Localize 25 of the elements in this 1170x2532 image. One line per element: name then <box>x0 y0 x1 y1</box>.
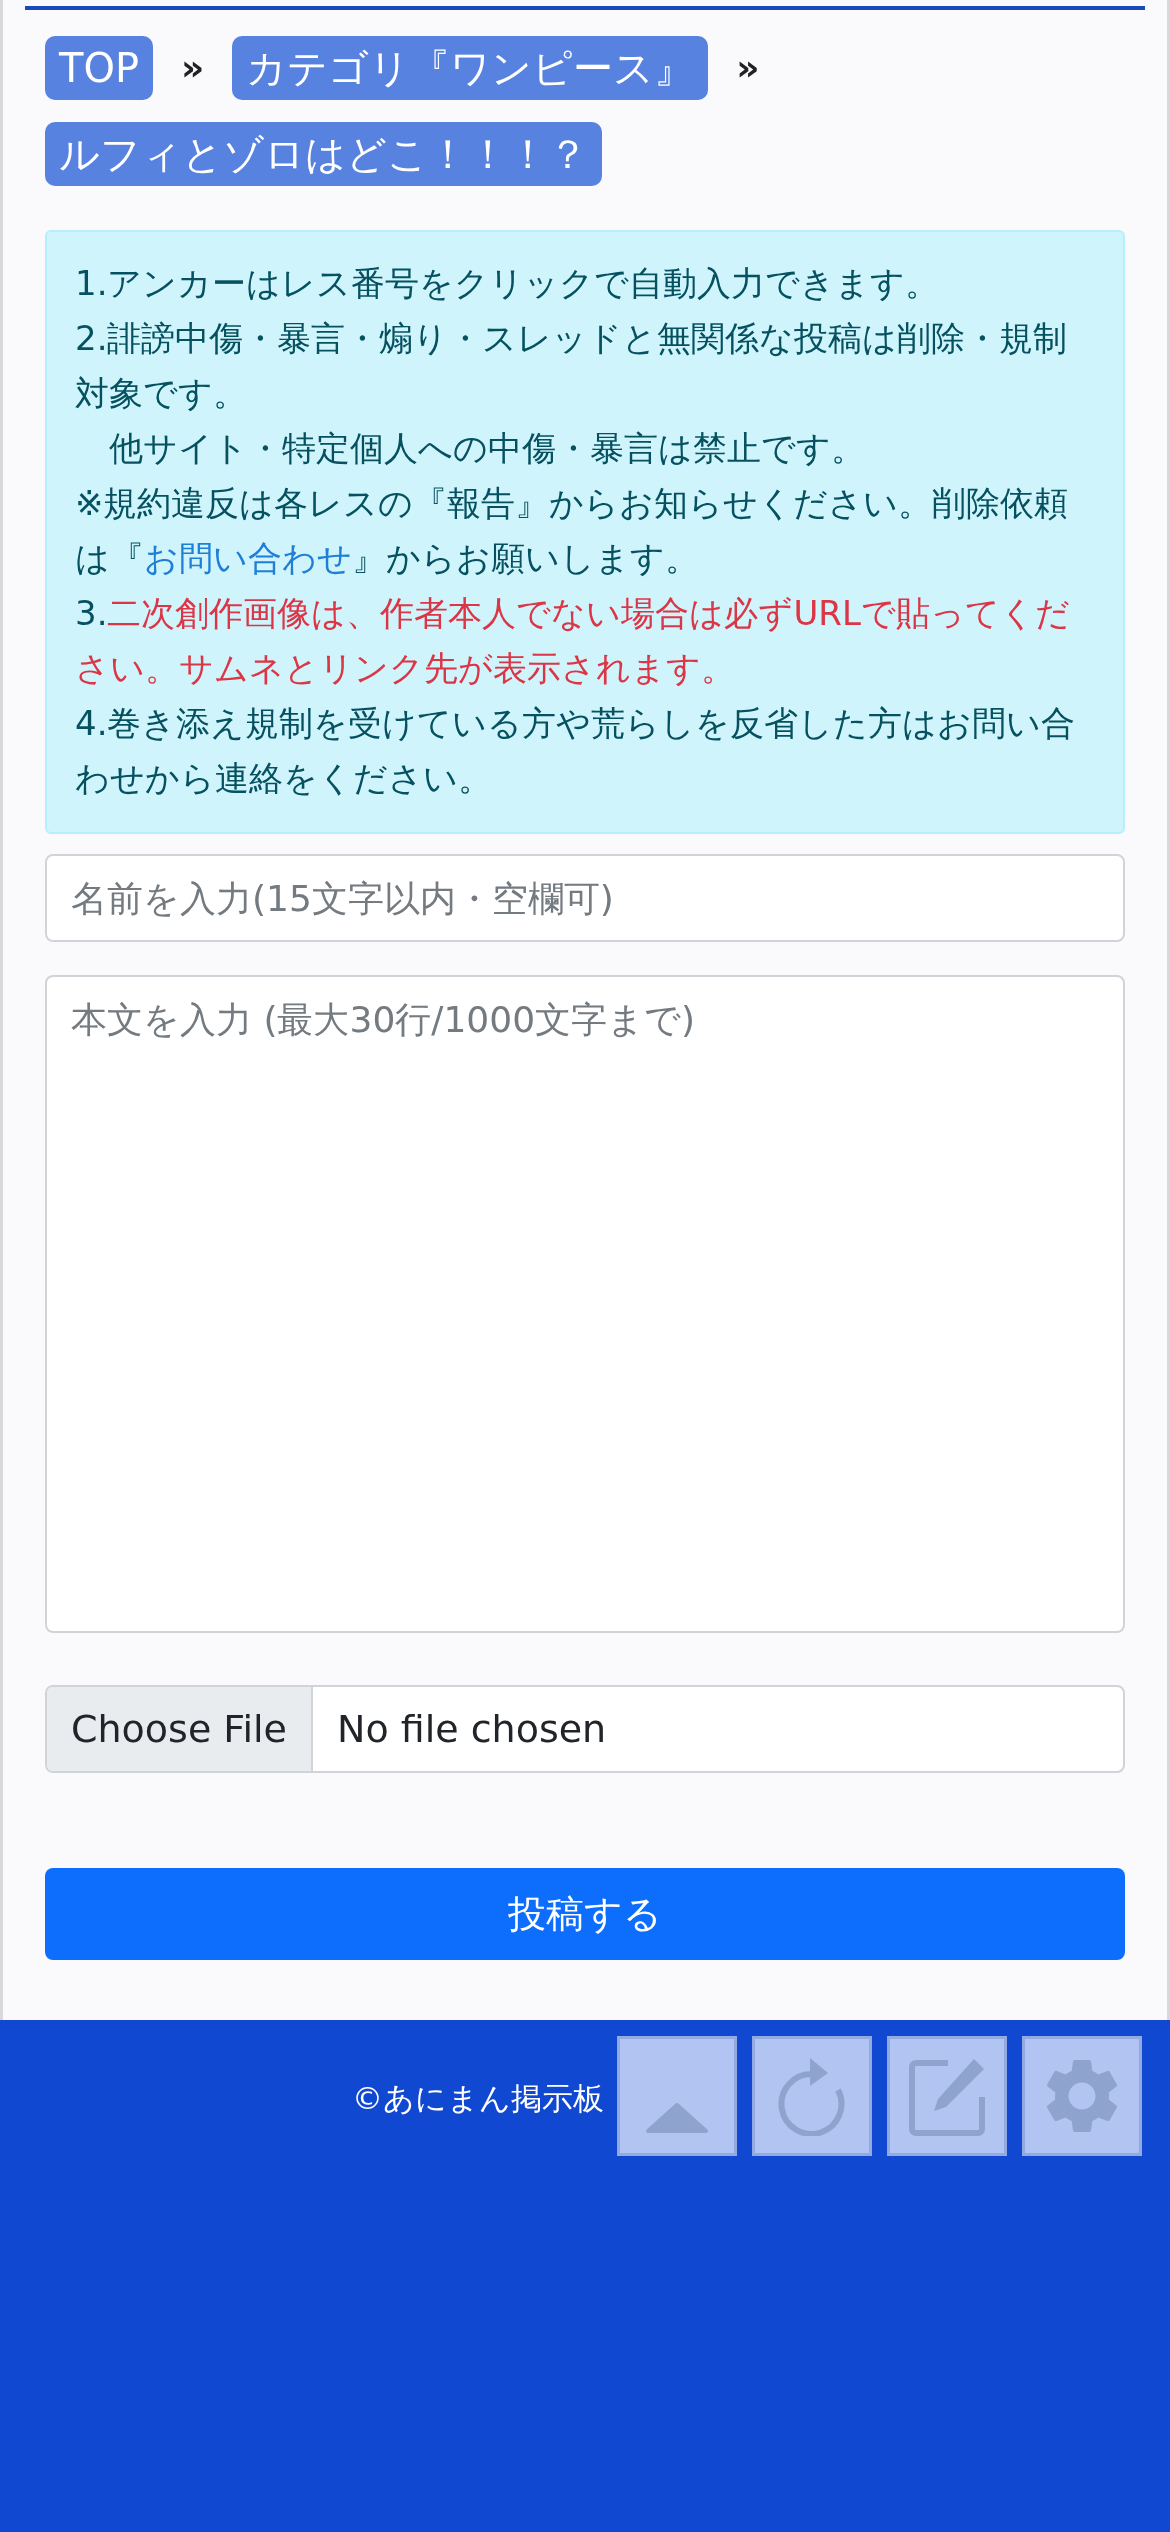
reload-icon <box>776 2056 848 2136</box>
edit-button[interactable] <box>887 2036 1007 2156</box>
file-status: No file chosen <box>335 1705 608 1753</box>
settings-button[interactable] <box>1022 2036 1142 2156</box>
name-field[interactable]: 名前を入力(15文字以内・空欄可) <box>45 854 1125 942</box>
notice-text: 4.巻き添え規制を受けている方や荒らしを反省した方はお問い合わせから連絡をください。 <box>75 702 1077 800</box>
breadcrumb-separator: » <box>181 46 205 90</box>
triangle-icon <box>644 2103 710 2133</box>
notice-text: 他サイト・特定個人への中傷・暴言は禁止です。 <box>108 427 866 470</box>
submit-button[interactable]: 投稿する <box>45 1868 1125 1960</box>
file-field[interactable]: Choose File No file chosen <box>45 1685 1125 1773</box>
body-field[interactable]: 本文を入力 (最大30行/1000文字まで) <box>45 975 1125 1633</box>
notice-text: ※規約違反は各レスの『報告』からお知らせください。削除依頼は『お問い合わせ』からお願いします。 <box>75 482 1070 580</box>
choose-file-button[interactable]: Choose File <box>47 1687 313 1771</box>
breadcrumb-link[interactable]: TOP <box>45 36 154 100</box>
breadcrumb-link[interactable]: カテゴリ『ワンピース』 <box>232 36 709 100</box>
notice-text: 2.誹謗中傷・暴言・煽り・スレッドと無関係な投稿は削除・規制対象です。 <box>75 317 1069 415</box>
breadcrumb-link[interactable]: ルフィとゾロはどこ！！！？ <box>45 122 602 186</box>
breadcrumb-separator: » <box>736 46 760 90</box>
copyright-text: ©あにまん掲示板 <box>352 2079 604 2118</box>
scroll-top-button[interactable] <box>617 2036 737 2156</box>
reload-button[interactable] <box>752 2036 872 2156</box>
contact-link[interactable]: お問い合わせ <box>144 538 352 578</box>
notice-text: 1.アンカーはレス番号をクリックで自動入力できます。 <box>75 262 941 305</box>
notice-text: 3.二次創作画像は、作者本人でない場合は必ずURLで貼ってください。サムネとリンク先が表示されます。 <box>75 592 1071 690</box>
